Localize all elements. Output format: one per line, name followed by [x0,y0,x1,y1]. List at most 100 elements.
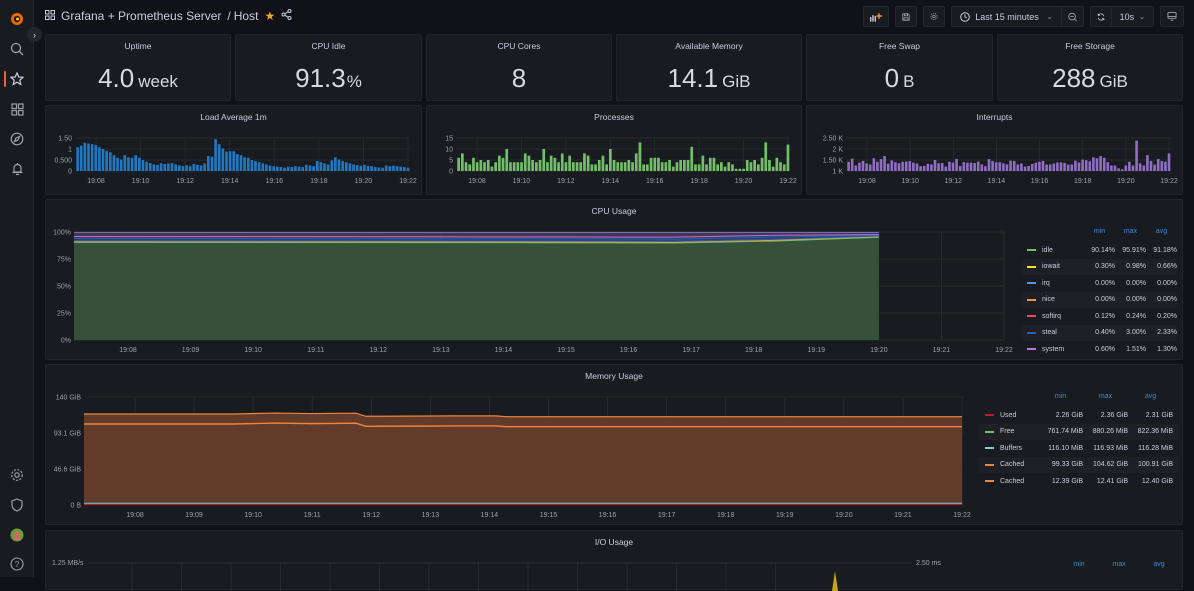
bar [987,159,991,171]
legend-row[interactable]: Cached 99.33 GiB 104.62 GiB 100.91 GiB [979,456,1179,473]
stat-panel-cpu-cores[interactable]: CPU Cores 8 [426,34,612,101]
bar [177,165,181,171]
bar [83,142,87,171]
series-name: Free [1000,428,1015,436]
series-color-swatch [1027,348,1036,351]
legend-row[interactable]: irq 0.00% 0.00% 0.00% [1021,275,1177,292]
stat-panel-free-storage[interactable]: Free Storage 288 GiB [997,34,1183,101]
bar [159,163,163,171]
help-icon[interactable]: ? [7,554,27,574]
stat-panel-uptime[interactable]: Uptime 4.0 week [45,34,231,101]
bar [152,164,156,171]
bar [631,162,634,171]
refresh-button[interactable] [1089,6,1112,27]
panel-cpu-usage[interactable]: CPU Usage 100% 75% 50% 25% 0% 19:08 19:09 19:10… [45,199,1183,360]
panel-io-usage[interactable]: I/O Usage 1.25 MB/s 2.50 ms min max avg [45,530,1183,591]
grafana-logo-icon[interactable] [7,9,27,29]
series-max: 3.00% [1126,329,1146,337]
dashboards-icon[interactable] [7,99,27,119]
stat-panel-available-memory[interactable]: Available Memory 14.1 GiB [616,34,802,101]
legend-header-max[interactable]: max [1115,228,1146,242]
breadcrumb-folder[interactable]: Grafana + Prometheus Server [61,9,221,23]
legend-row[interactable]: iowait 0.30% 0.98% 0.66% [1021,258,1177,275]
bar [583,153,586,171]
x-tick-label: 19:12 [945,178,963,185]
legend-row[interactable]: Buffers 116.10 MiB 116.93 MiB 116.28 MiB [979,440,1179,457]
io-legend: min max avg [1059,561,1179,568]
bar [627,160,631,171]
legend-header-max[interactable]: max [1099,561,1139,568]
zoom-out-button[interactable] [1061,6,1084,27]
bar [894,162,897,171]
legend-row[interactable]: softirq 0.12% 0.24% 0.20% [1021,308,1177,325]
bar [705,164,708,171]
view-mode-button[interactable] [1160,6,1184,27]
bar [984,166,987,171]
shield-icon[interactable] [7,495,27,515]
alerting-bell-icon[interactable] [7,159,27,179]
search-icon[interactable] [7,39,27,59]
bar [1138,163,1142,171]
legend-header-avg[interactable]: avg [1139,561,1179,568]
x-tick-label: 19:11 [307,347,324,354]
legend-row[interactable]: Used 2.26 GiB 2.36 GiB 2.31 GiB [979,407,1179,424]
x-tick-label: 19:09 [182,347,200,354]
legend-header-max[interactable]: max [1083,393,1128,407]
bar [163,163,167,171]
legend-row[interactable]: Cached 12.39 GiB 12.41 GiB 12.40 GiB [979,473,1179,490]
bar [457,157,460,171]
bar [1110,165,1113,171]
user-avatar[interactable] [7,525,27,545]
bar [660,162,664,171]
expand-sidebar-button[interactable]: › [27,27,42,42]
legend-header-min[interactable]: min [1059,561,1099,568]
star-icon[interactable]: ★ [264,9,275,23]
bar [727,162,731,171]
bar [472,157,475,171]
stat-panel-free-swap[interactable]: Free Swap 0B [806,34,993,101]
y-tick-label: 100% [53,230,71,237]
bar [1102,157,1106,171]
series-max: 880.26 MiB [1092,428,1128,436]
legend-row[interactable]: system 0.60% 1.51% 1.30% [1021,341,1177,358]
panel-processes[interactable]: Processes 15 10 5 0 19:08 19:10 19:12 19:14 19:1… [426,105,802,195]
explore-icon[interactable] [7,129,27,149]
legend-row[interactable]: Free 761.74 MiB 880.26 MiB 822.36 MiB [979,423,1179,440]
breadcrumb-dashboard[interactable]: Host [234,9,259,23]
panel-interrupts[interactable]: Interrupts 2.50 K2 K 1.50 K1 K 19:08 19:10 1… [806,105,1183,195]
stat-value: 0B [807,63,992,94]
bar [742,168,745,171]
dashboard-settings-button[interactable] [923,6,946,27]
starred-icon[interactable] [7,69,27,89]
share-icon[interactable] [281,9,292,23]
panel-memory-usage[interactable]: Memory Usage 140 GiB 93.1 GiB 46.6 GiB 0 B1… [45,364,1183,525]
bar [897,163,901,171]
series-color-swatch [1027,282,1036,285]
bar [112,155,116,171]
add-panel-button[interactable] [863,6,890,27]
legend-row[interactable]: idle 90.14% 95.91% 91.18% [1021,242,1177,259]
bar [731,164,734,171]
bar [1120,169,1124,171]
legend-header-avg[interactable]: avg [1128,393,1173,407]
bar [1128,161,1131,171]
panel-load-average[interactable]: Load Average 1m 1.50 1 0.500 0 19:08 19:10 19:… [45,105,422,195]
save-dashboard-button[interactable] [895,6,918,27]
series-avg: 0.66% [1157,263,1177,271]
bar [1088,161,1092,171]
legend-row[interactable]: steal 0.40% 3.00% 2.33% [1021,324,1177,341]
x-tick-label: 19:22 [995,347,1013,354]
legend-header-avg[interactable]: avg [1146,228,1177,242]
bar [257,162,261,171]
legend-header-min[interactable]: min [1038,393,1083,407]
bar [294,166,297,171]
x-tick-label: 19:14 [988,178,1006,185]
time-picker-button[interactable]: Last 15 minutes ⌄ [951,6,1062,27]
refresh-interval-picker[interactable]: 10s ⌄ [1111,6,1154,27]
bar [185,165,188,171]
configuration-gear-icon[interactable] [7,465,27,485]
series-avg: 2.33% [1157,329,1177,337]
legend-header-min[interactable]: min [1084,228,1115,242]
legend-row[interactable]: nice 0.00% 0.00% 0.00% [1021,291,1177,308]
stat-panel-cpu-idle[interactable]: CPU Idle 91.3% [235,34,422,101]
